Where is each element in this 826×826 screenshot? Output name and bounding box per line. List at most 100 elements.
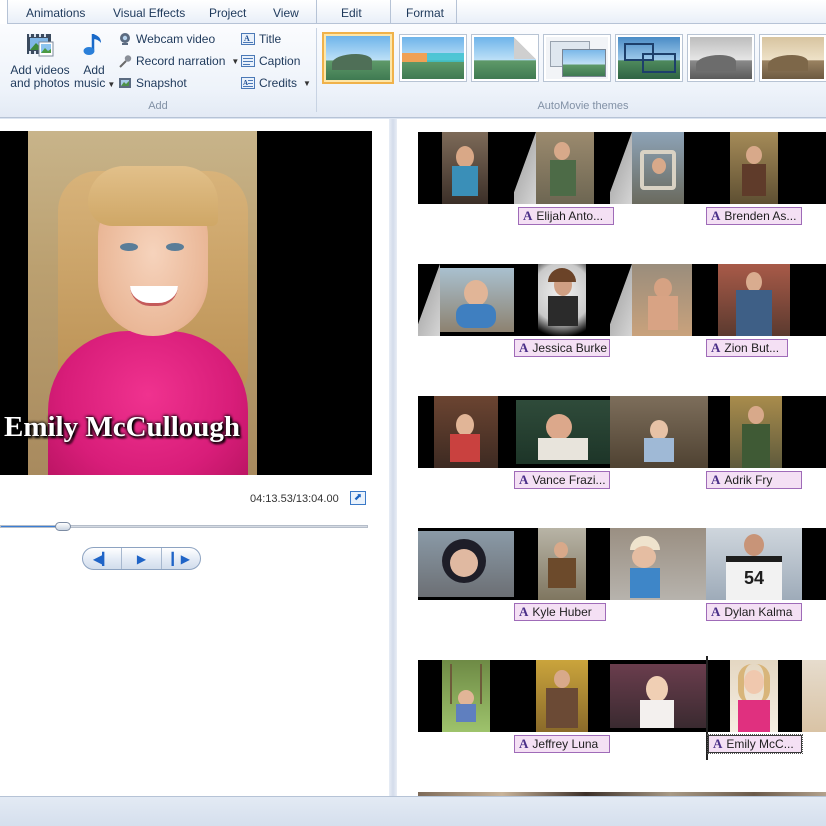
landscape-thumbnail-icon	[762, 37, 824, 79]
timecode-display: 04:13.53/13:04.00	[250, 493, 339, 505]
title-overlay-clip[interactable]: A Vance Frazi...	[514, 471, 610, 489]
photo-clip[interactable]	[516, 400, 610, 464]
photo-clip[interactable]	[610, 528, 706, 600]
dropdown-caret-icon: ▼	[107, 80, 116, 89]
play-button[interactable]: ▶	[122, 548, 162, 569]
title-overlay-text: Zion But...	[724, 341, 780, 355]
landscape-thumbnail-icon	[618, 37, 680, 79]
seek-bar[interactable]	[0, 522, 368, 531]
next-frame-button[interactable]: ▎▶	[162, 548, 200, 569]
title-overlay-text: Elijah Anto...	[536, 209, 604, 223]
text-a-icon: A	[711, 340, 721, 355]
title-overlay-clip[interactable]: A Zion But...	[706, 339, 788, 357]
next-frame-icon: ▎▶	[171, 551, 191, 566]
storyboard-filmstrip[interactable]	[418, 660, 826, 732]
photo-clip[interactable]	[440, 268, 514, 332]
transition-marker[interactable]	[418, 264, 440, 336]
photo-clip[interactable]	[610, 396, 708, 468]
webcam-video-label: Webcam video	[136, 32, 216, 46]
title-overlay-text: Emily McC...	[726, 737, 794, 751]
theme-sepia[interactable]	[759, 34, 826, 82]
text-a-icon: A	[519, 604, 529, 619]
status-bar	[0, 796, 826, 826]
photo-clip[interactable]	[418, 531, 514, 597]
tab-visual-effects[interactable]: Visual Effects	[113, 6, 185, 20]
previous-frame-icon: ◀▎	[92, 551, 112, 566]
transition-marker[interactable]	[514, 132, 536, 204]
film-photo-icon	[25, 30, 55, 60]
theme-black-and-white[interactable]	[687, 34, 755, 82]
add-music-button[interactable]: Add music ▼	[74, 30, 116, 91]
photo-clip[interactable]	[802, 660, 826, 732]
webcam-video-button[interactable]: Webcam video	[118, 30, 215, 48]
photo-clip[interactable]	[442, 660, 490, 732]
photo-clip[interactable]	[718, 264, 790, 336]
text-a-icon: A	[519, 472, 529, 487]
webcam-icon	[118, 32, 132, 46]
title-overlay-text: Dylan Kalma	[724, 605, 793, 619]
photo-clip[interactable]	[632, 264, 692, 336]
theme-fade[interactable]	[471, 34, 539, 82]
photo-clip[interactable]	[538, 528, 586, 600]
title-button[interactable]: A Title	[241, 30, 281, 48]
photo-clip[interactable]	[632, 132, 684, 204]
storyboard-filmstrip[interactable]	[418, 264, 826, 336]
photo-clip[interactable]	[442, 132, 488, 204]
previous-frame-button[interactable]: ◀▎	[83, 548, 123, 569]
pane-splitter[interactable]	[389, 119, 397, 796]
microphone-icon	[118, 54, 132, 68]
seek-thumb[interactable]	[55, 522, 72, 531]
svg-text:A: A	[243, 79, 248, 87]
photo-clip[interactable]	[536, 132, 594, 204]
snapshot-button[interactable]: Snapshot	[118, 74, 187, 92]
theme-pan-and-zoom[interactable]	[543, 34, 611, 82]
theme-default[interactable]	[322, 32, 394, 84]
photo-clip[interactable]	[538, 264, 586, 336]
tab-project[interactable]: Project	[209, 6, 246, 20]
text-a-icon: A	[519, 736, 529, 751]
caption-button[interactable]: Caption	[241, 52, 300, 70]
photo-clip[interactable]	[730, 660, 778, 732]
ribbon-group-separator	[316, 28, 317, 112]
storyboard-filmstrip[interactable]	[418, 396, 826, 468]
text-a-icon: A	[713, 736, 723, 751]
title-overlay-clip-selected[interactable]: A Emily McC...	[707, 734, 803, 754]
svg-text:A: A	[244, 34, 250, 43]
automovie-themes-group-label: AutoMovie themes	[537, 100, 629, 112]
record-narration-button[interactable]: Record narration ▼	[118, 52, 239, 70]
tab-animations[interactable]: Animations	[26, 6, 85, 20]
landscape-thumbnail-icon	[402, 37, 464, 79]
photo-clip[interactable]	[536, 660, 588, 732]
title-overlay-clip[interactable]: A Jessica Burke	[514, 339, 610, 357]
credits-button[interactable]: A Credits ▼	[241, 74, 311, 92]
title-overlay-clip[interactable]: A Brenden As...	[706, 207, 802, 225]
theme-cinematic[interactable]	[615, 34, 683, 82]
transition-marker[interactable]	[610, 132, 632, 204]
title-overlay-clip[interactable]: A Jeffrey Luna	[514, 735, 610, 753]
dropdown-caret-icon: ▼	[231, 56, 240, 66]
title-overlay-clip[interactable]: A Kyle Huber	[514, 603, 606, 621]
playback-controls: ◀▎ ▶ ▎▶	[82, 547, 201, 570]
storyboard-filmstrip[interactable]	[418, 132, 826, 204]
add-videos-and-photos-button[interactable]: Add videos and photos	[8, 30, 72, 90]
tab-edit[interactable]: Edit	[341, 6, 362, 20]
title-overlay-clip[interactable]: A Elijah Anto...	[518, 207, 614, 225]
storyboard-filmstrip[interactable]: 54	[418, 528, 826, 600]
tab-format[interactable]: Format	[406, 6, 444, 20]
storyboard: A Elijah Anto... A Brenden As... A Jessica …	[397, 119, 826, 796]
tab-view[interactable]: View	[273, 6, 299, 20]
expand-arrow-icon: ⬈	[353, 492, 363, 503]
transition-marker[interactable]	[610, 264, 632, 336]
photo-clip[interactable]: 54	[706, 528, 802, 600]
video-preview[interactable]: Emily McCullough	[0, 131, 372, 475]
photo-clip[interactable]	[434, 396, 498, 468]
fullscreen-button[interactable]: ⬈	[350, 491, 366, 505]
tab-home-stub[interactable]	[0, 0, 8, 24]
text-a-icon: A	[519, 340, 529, 355]
title-overlay-clip[interactable]: A Adrik Fry	[706, 471, 802, 489]
theme-contemporary[interactable]	[399, 34, 467, 82]
photo-clip[interactable]	[730, 396, 782, 468]
photo-clip[interactable]	[610, 664, 706, 728]
photo-clip[interactable]	[730, 132, 778, 204]
title-overlay-clip[interactable]: A Dylan Kalma	[706, 603, 802, 621]
